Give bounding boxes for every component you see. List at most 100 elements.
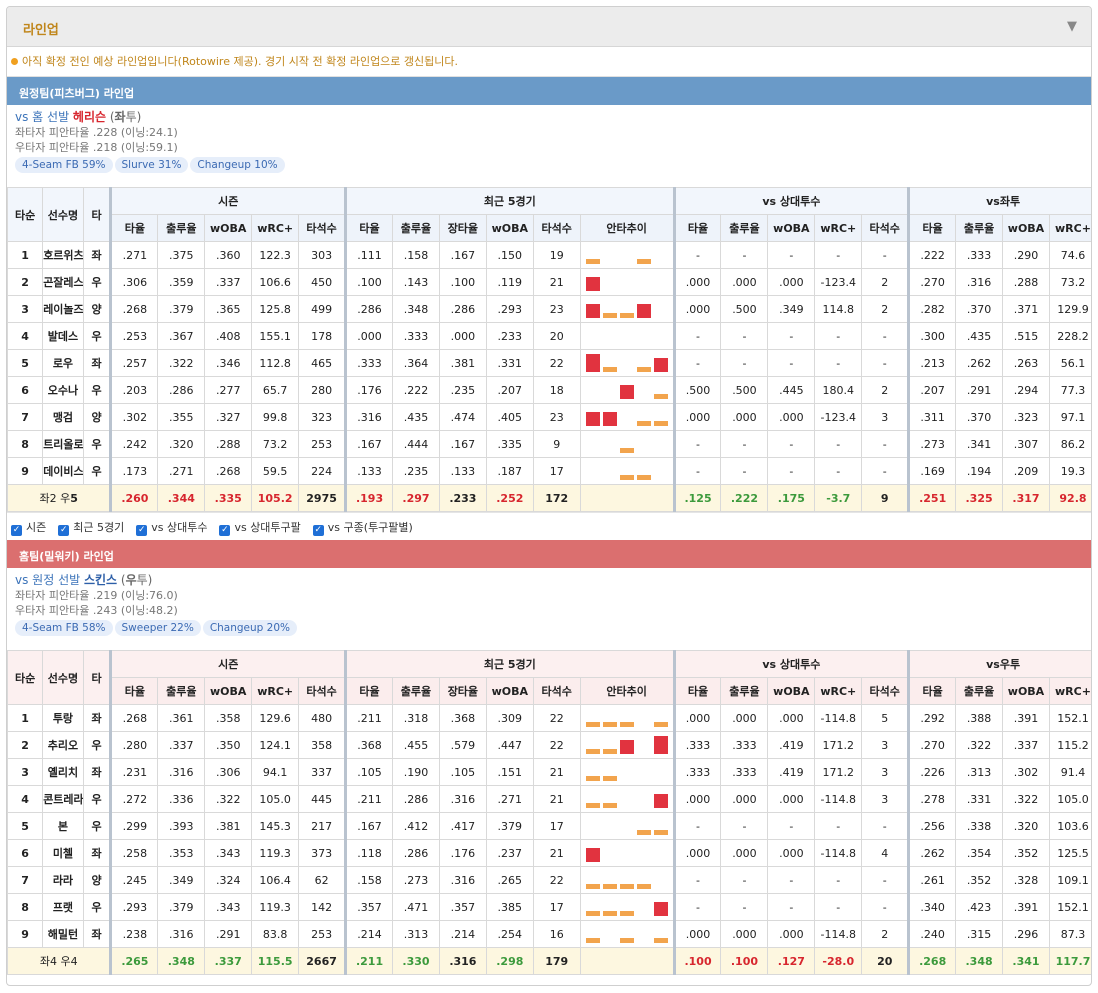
player-name[interactable]: 투랑 — [42, 704, 84, 732]
column-header[interactable]: 출루율 — [157, 214, 206, 242]
table-row[interactable]: 9 데이비스 우 .173.271.268 59.5 224.133.235.133.18… — [7, 457, 1091, 485]
table-row[interactable]: 8 트리올로 우 .242.320.288 73.2 253.167.444.167.33… — [7, 430, 1091, 458]
table-row[interactable]: 4 발데스 우 .253.367.408 155.1 178.000.333.000.23… — [7, 322, 1091, 350]
column-header[interactable]: wOBA — [1002, 214, 1050, 242]
table-row[interactable]: 1 호르위츠 좌 .271.375.360 122.3 303.111.158.167.1… — [7, 241, 1091, 269]
column-header[interactable]: 타율 — [109, 214, 159, 242]
player-name[interactable]: 오수나 — [42, 376, 84, 404]
filter-checkbox[interactable]: ✓ vs 상대투수 — [136, 519, 207, 536]
column-header[interactable]: 타석수 — [861, 214, 910, 242]
column-header[interactable]: 출루율 — [955, 677, 1004, 705]
collapse-arrow-icon[interactable]: ▼ — [1067, 19, 1077, 34]
player-name[interactable]: 로우 — [42, 349, 84, 377]
column-header[interactable]: wOBA — [767, 214, 816, 242]
player-name[interactable]: 추리오 — [42, 731, 84, 759]
filter-checkbox[interactable]: ✓ 시즌 — [11, 519, 46, 536]
trend-bar — [619, 313, 634, 318]
table-row[interactable]: 6 오수나 우 .203.286.277 65.7 280.176.222.235.207… — [7, 376, 1091, 404]
checkbox-checked-icon[interactable]: ✓ — [58, 525, 70, 536]
column-header[interactable]: 타율 — [907, 677, 957, 705]
column-header[interactable]: 출루율 — [720, 677, 769, 705]
table-row[interactable]: 4콘트레라스우.272.336.322105.0445.211.286.316.… — [7, 785, 1091, 813]
column-header[interactable]: wRC+ — [251, 677, 300, 705]
summary-vs-hand-stat: .251 — [907, 484, 957, 512]
checkbox-checked-icon[interactable]: ✓ — [219, 525, 231, 536]
player-name[interactable]: 옐리치 — [42, 758, 84, 786]
column-header[interactable]: 안타추이 — [579, 677, 675, 705]
player-name[interactable]: 곤잘레스 — [42, 268, 84, 296]
table-row[interactable]: 5 로우 좌 .257.322.346 112.8 465.333.364.381.331… — [7, 349, 1091, 377]
column-header[interactable]: wRC+ — [814, 214, 863, 242]
table-row[interactable]: 2 곤잘레스 우 .306.359.337 106.6 450.100.143.100.1… — [7, 268, 1091, 296]
player-name[interactable]: 라라 — [42, 866, 84, 894]
bat-hand: 우 — [82, 268, 112, 296]
table-row[interactable]: 7 맹검 양 .302.355.327 99.8 323.316.435.474.405 2… — [7, 403, 1091, 431]
table-row[interactable]: 3 레이놀즈 양 .268.379.365 125.8 499.286.348.286.2… — [7, 295, 1091, 323]
column-header[interactable]: 출루율 — [392, 214, 440, 242]
column-header[interactable]: 타석수 — [298, 214, 347, 242]
player-name[interactable]: 맹검 — [42, 403, 84, 431]
column-header[interactable]: 타율 — [907, 214, 957, 242]
checkbox-checked-icon[interactable]: ✓ — [312, 525, 324, 536]
filter-checkbox[interactable]: ✓ vs 구종(투구팔별) — [312, 519, 413, 536]
group-header-row: 타순 선수명 타 시즌 최근 5경기 vs 상대투수 vs우투 — [7, 650, 1091, 705]
column-header[interactable]: 타석수 — [298, 677, 347, 705]
table-row[interactable]: 3 옐리치 좌 .231.316.306 94.1 337.105.190.105.151… — [7, 758, 1091, 786]
player-name[interactable]: 해밀턴 — [42, 920, 84, 948]
column-header[interactable]: 안타추이 — [579, 214, 675, 242]
column-header[interactable]: 타율 — [109, 677, 159, 705]
column-header[interactable]: wOBA — [485, 214, 534, 242]
checkbox-checked-icon[interactable]: ✓ — [136, 525, 148, 536]
column-header[interactable]: wOBA — [204, 677, 253, 705]
table-row[interactable]: 1 투랑 좌 .268.361.358 129.6 480.211.318.368.309… — [7, 704, 1091, 732]
column-header[interactable]: wRC+ — [814, 677, 863, 705]
column-header[interactable]: 출루율 — [157, 677, 206, 705]
column-header[interactable]: 장타율 — [438, 677, 487, 705]
season-stat: .238 — [109, 920, 159, 948]
column-header[interactable]: wOBA — [767, 677, 816, 705]
season-stat: 178 — [298, 322, 347, 350]
player-name[interactable]: 미첼 — [42, 839, 84, 867]
column-header[interactable]: 출루율 — [392, 677, 440, 705]
column-header[interactable]: 타석수 — [532, 677, 581, 705]
column-header[interactable]: 타율 — [672, 214, 722, 242]
checkbox-checked-icon[interactable]: ✓ — [11, 525, 22, 536]
filter-checkbox[interactable]: ✓ vs 상대투구팔 — [219, 519, 301, 536]
column-header[interactable]: 출루율 — [955, 214, 1004, 242]
hit-trend-cell — [579, 457, 675, 485]
table-row[interactable]: 5 본 우 .299.393.381 145.3 217.167.412.417.379 1… — [7, 812, 1091, 840]
player-name[interactable]: 프랫 — [42, 893, 84, 921]
column-header[interactable]: wOBA — [204, 214, 253, 242]
player-name[interactable]: 콘트레라스 — [42, 785, 84, 813]
trend-bar — [585, 803, 600, 808]
player-name[interactable]: 레이놀즈 — [42, 295, 84, 323]
starter-pitcher-name[interactable]: 스킨스 — [84, 573, 117, 587]
table-row[interactable]: 9 해밀턴 좌 .238.316.291 83.8 253.214.313.214.254… — [7, 920, 1091, 948]
column-header[interactable]: wRC+ — [251, 214, 300, 242]
table-row[interactable]: 2 추리오 우 .280.337.350 124.1 358.368.455.579.44… — [7, 731, 1091, 759]
starter-pitcher-name[interactable]: 헤리슨 — [73, 110, 106, 124]
column-header[interactable]: wRC+ — [1048, 677, 1091, 705]
player-name[interactable]: 본 — [42, 812, 84, 840]
column-header[interactable]: 타율 — [344, 677, 393, 705]
player-name[interactable]: 발데스 — [42, 322, 84, 350]
player-name[interactable]: 데이비스 — [42, 457, 84, 485]
filter-checkbox[interactable]: ✓ 최근 5경기 — [58, 519, 124, 536]
player-name[interactable]: 트리올로 — [42, 430, 84, 458]
player-name[interactable]: 호르위츠 — [42, 241, 84, 269]
column-header[interactable]: 출루율 — [720, 214, 769, 242]
column-header[interactable]: wOBA — [485, 677, 534, 705]
table-row[interactable]: 8 프랫 우 .293.379.343 119.3 142.357.471.357.385… — [7, 893, 1091, 921]
table-row[interactable]: 6 미첼 좌 .258.353.343 119.3 373.118.286.176.237… — [7, 839, 1091, 867]
column-header[interactable]: 타석수 — [861, 677, 910, 705]
column-header[interactable]: 타율 — [344, 214, 393, 242]
column-header[interactable]: 장타율 — [438, 214, 487, 242]
lineup-header[interactable]: 라인업 ▼ — [7, 7, 1091, 47]
table-row[interactable]: 7 라라 양 .245.349.324 106.4 62.158.273.316.265 2… — [7, 866, 1091, 894]
column-header[interactable]: 타석수 — [532, 214, 581, 242]
trend-bar — [619, 740, 634, 754]
starter-line: vs 홈 선발 헤리슨 (좌투) — [15, 109, 1091, 125]
column-header[interactable]: 타율 — [672, 677, 722, 705]
column-header[interactable]: wOBA — [1002, 677, 1050, 705]
column-header[interactable]: wRC+ — [1048, 214, 1091, 242]
